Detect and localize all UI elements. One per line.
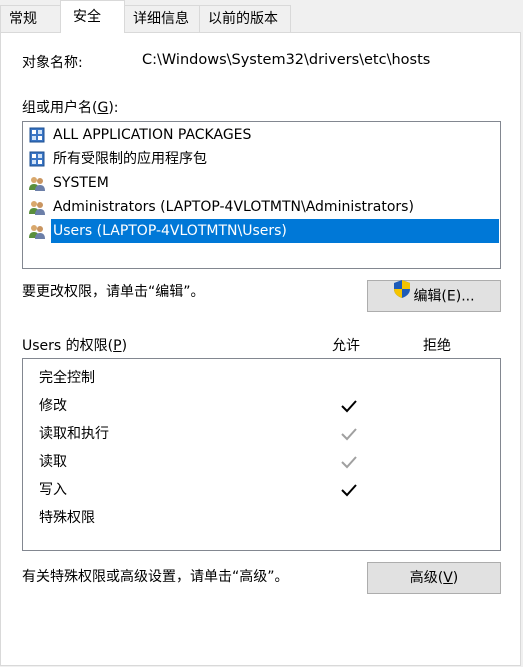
list-item-users[interactable]: Users (LAPTOP-4VLOTMTN\Users) (26, 219, 499, 243)
groups-label: 组或用户名(G): (22, 100, 119, 116)
allow-read-execute-check-icon (341, 428, 357, 441)
list-item-restricted-app-packages[interactable]: 所有受限制的应用程序包 (26, 147, 499, 171)
list-item-administrators[interactable]: Administrators (LAPTOP-4VLOTMTN\Administ… (26, 195, 499, 219)
shield-icon (393, 279, 411, 310)
app-package-icon (29, 151, 45, 167)
user-group-icon (29, 199, 45, 215)
list-item-label: Administrators (LAPTOP-4VLOTMTN\Administ… (53, 199, 414, 215)
list-item-label: ALL APPLICATION PACKAGES (53, 127, 252, 143)
edit-hint: 要更改权限，请单击“编辑”。 (22, 284, 205, 300)
groups-listbox[interactable]: ALL APPLICATION PACKAGES 所有受限制的应用程序包 SYS… (22, 121, 501, 269)
object-name-value: C:\Windows\System32\drivers\etc\hosts (142, 52, 431, 68)
permission-row-read-execute: 读取和执行 (39, 426, 109, 442)
list-item-label: Users (LAPTOP-4VLOTMTN\Users) (51, 219, 499, 243)
deny-column-header: 拒绝 (423, 338, 451, 354)
permissions-header: Users 的权限(P) (22, 338, 128, 354)
allow-write-check-icon (341, 484, 357, 497)
tab-strip: 常规 安全 详细信息 以前的版本 (0, 0, 523, 33)
permission-row-read: 读取 (39, 454, 67, 470)
allow-read-check-icon (341, 456, 357, 469)
list-item-label: 所有受限制的应用程序包 (53, 151, 207, 167)
edit-button[interactable]: 编辑(E)... (367, 280, 501, 312)
allow-modify-check-icon (341, 400, 357, 413)
user-group-icon (29, 223, 45, 239)
tab-previous-versions[interactable]: 以前的版本 (199, 5, 291, 32)
tab-previous-versions-label: 以前的版本 (208, 11, 278, 27)
tab-details[interactable]: 详细信息 (124, 5, 200, 32)
tab-details-label: 详细信息 (133, 11, 189, 27)
permission-row-modify: 修改 (39, 398, 67, 414)
allow-column-header: 允许 (332, 338, 360, 354)
app-package-icon (29, 127, 45, 143)
edit-button-label: 编辑(E)... (413, 288, 475, 305)
permission-row-special: 特殊权限 (39, 510, 95, 526)
list-item-system[interactable]: SYSTEM (26, 171, 499, 195)
tab-security[interactable]: 安全 (60, 0, 125, 33)
permission-row-full-control: 完全控制 (39, 370, 95, 386)
object-name-label: 对象名称: (22, 55, 83, 71)
tab-security-label: 安全 (73, 9, 101, 25)
user-group-icon (29, 175, 45, 191)
permissions-list: 完全控制 修改 读取和执行 读取 写入 特殊权限 (22, 358, 501, 551)
advanced-button[interactable]: 高级(V) (367, 562, 501, 594)
tab-general[interactable]: 常规 (0, 5, 61, 32)
list-item-all-application-packages[interactable]: ALL APPLICATION PACKAGES (26, 123, 499, 147)
list-item-label: SYSTEM (53, 175, 109, 191)
tab-general-label: 常规 (9, 11, 37, 27)
permission-row-write: 写入 (39, 482, 67, 498)
advanced-hint: 有关特殊权限或高级设置，请单击“高级”。 (22, 569, 289, 585)
